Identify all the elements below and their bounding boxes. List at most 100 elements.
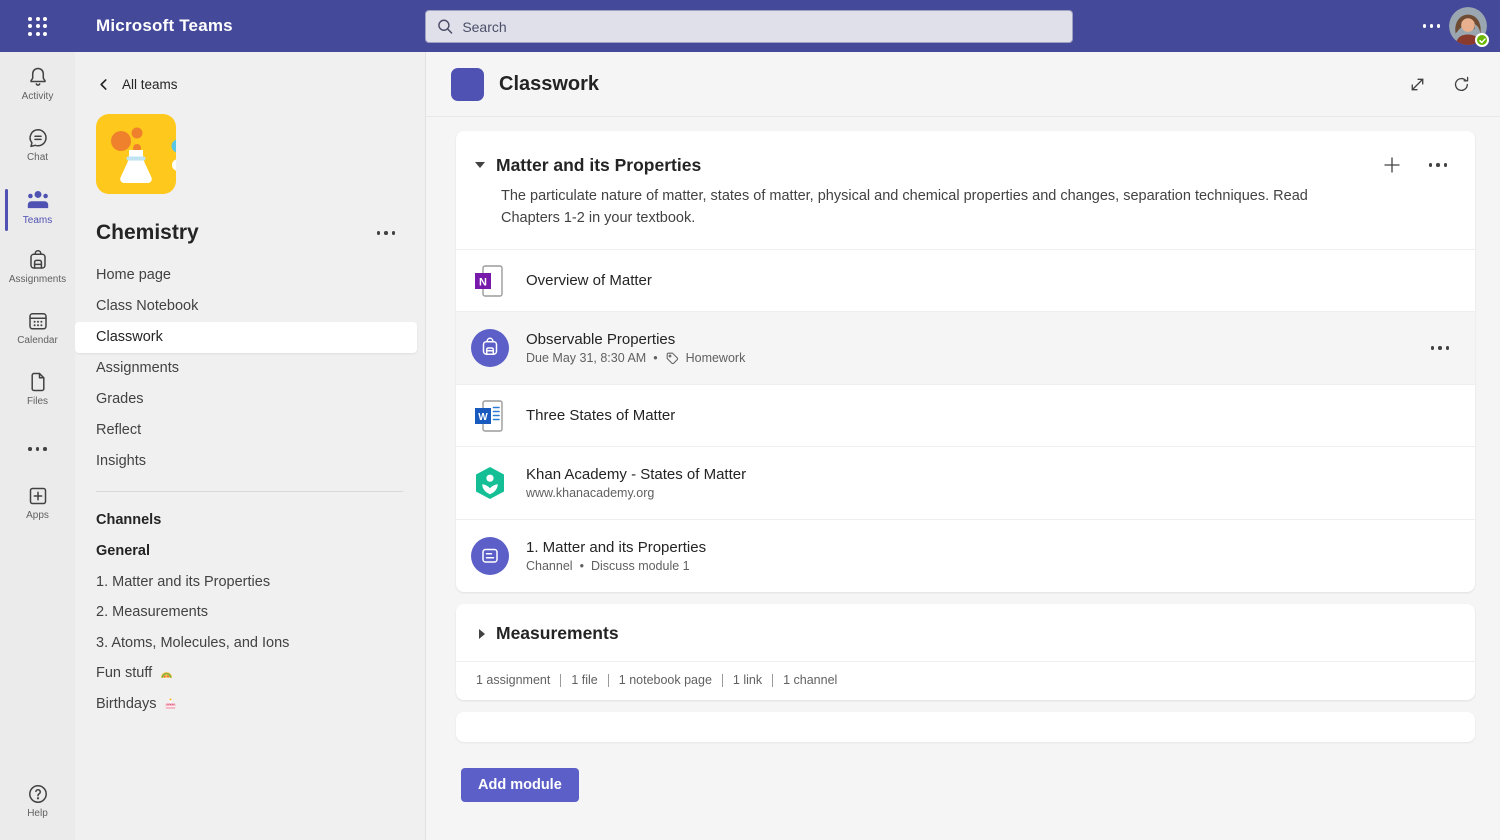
classwork-app-icon bbox=[451, 68, 484, 101]
rail-label-files: Files bbox=[27, 396, 48, 407]
app-launcher-button[interactable] bbox=[0, 17, 75, 36]
menu-item-home-page[interactable]: Home page bbox=[75, 260, 425, 291]
rail-label-apps: Apps bbox=[26, 510, 49, 521]
rail-item-activity[interactable]: Activity bbox=[0, 65, 75, 113]
svg-text:W: W bbox=[478, 412, 488, 423]
classwork-item-observable-properties[interactable]: Observable Properties Due May 31, 8:30 A… bbox=[456, 311, 1475, 384]
search-input[interactable] bbox=[462, 19, 1061, 35]
team-more-button[interactable] bbox=[375, 225, 398, 241]
module-title: Matter and its Properties bbox=[496, 155, 701, 176]
add-resource-button[interactable] bbox=[1380, 153, 1404, 177]
channel-item-atoms[interactable]: 3. Atoms, Molecules, and Ions bbox=[75, 628, 425, 659]
stat-separator bbox=[608, 674, 609, 687]
apps-icon bbox=[26, 484, 50, 508]
team-name: Chemistry bbox=[96, 221, 199, 245]
classwork-content: Matter and its Properties The particulat… bbox=[426, 117, 1500, 802]
collapse-caret-icon[interactable] bbox=[475, 162, 485, 168]
channel-item-measurements[interactable]: 2. Measurements bbox=[75, 597, 425, 628]
classwork-item-channel-matter[interactable]: 1. Matter and its Properties Channel Dis… bbox=[456, 519, 1475, 592]
calendar-icon bbox=[26, 309, 50, 333]
rail-label-calendar: Calendar bbox=[17, 335, 58, 346]
stat-separator bbox=[772, 674, 773, 687]
team-menu: Home page Class Notebook Classwork Assig… bbox=[75, 260, 425, 477]
menu-item-reflect[interactable]: Reflect bbox=[75, 415, 425, 446]
channel-label: Birthdays bbox=[96, 696, 156, 712]
teams-people-icon bbox=[25, 187, 51, 213]
channel-item-birthdays[interactable]: Birthdays bbox=[75, 689, 425, 720]
app-rail: Activity Chat Teams Assignments Calendar… bbox=[0, 52, 75, 840]
menu-item-grades[interactable]: Grades bbox=[75, 384, 425, 415]
stat-assignments: 1 assignment bbox=[476, 673, 550, 687]
module-title: Measurements bbox=[496, 623, 619, 644]
all-teams-label: All teams bbox=[122, 77, 178, 92]
channels-header: Channels bbox=[75, 505, 425, 536]
item-type: Channel bbox=[526, 559, 573, 573]
khan-academy-icon bbox=[471, 464, 509, 502]
topbar-more-button[interactable] bbox=[1423, 24, 1441, 28]
file-icon bbox=[26, 370, 50, 394]
empty-module-placeholder bbox=[456, 712, 1475, 742]
avatar[interactable] bbox=[1449, 7, 1487, 45]
rail-label-chat: Chat bbox=[27, 152, 48, 163]
add-module-button[interactable]: Add module bbox=[461, 768, 579, 802]
expand-button[interactable] bbox=[1406, 73, 1429, 96]
taco-icon bbox=[159, 666, 174, 681]
menu-item-assignments[interactable]: Assignments bbox=[75, 353, 425, 384]
item-subtitle: www.khanacademy.org bbox=[526, 486, 746, 500]
channel-label: 2. Measurements bbox=[96, 604, 208, 620]
classwork-item-overview-of-matter[interactable]: N Overview of Matter bbox=[456, 249, 1475, 311]
rail-item-teams[interactable]: Teams bbox=[0, 187, 75, 235]
menu-item-insights[interactable]: Insights bbox=[75, 446, 425, 477]
rail-item-calendar[interactable]: Calendar bbox=[0, 309, 75, 357]
channel-label: Fun stuff bbox=[96, 665, 152, 681]
link-url: www.khanacademy.org bbox=[526, 486, 654, 500]
item-more-button[interactable] bbox=[1429, 340, 1452, 356]
bell-icon bbox=[26, 65, 50, 89]
rail-item-files[interactable]: Files bbox=[0, 370, 75, 418]
rail-label-assignments: Assignments bbox=[9, 274, 66, 285]
search-bar[interactable] bbox=[425, 10, 1073, 43]
rail-item-help[interactable]: Help bbox=[0, 782, 75, 830]
search-icon bbox=[437, 18, 453, 35]
expand-caret-icon[interactable] bbox=[479, 629, 485, 639]
expand-icon bbox=[1408, 75, 1427, 94]
menu-item-class-notebook[interactable]: Class Notebook bbox=[75, 291, 425, 322]
module-description: The particulate nature of matter, states… bbox=[501, 185, 1361, 229]
dot-separator bbox=[653, 351, 657, 365]
module-header: Measurements bbox=[456, 604, 1475, 661]
channel-icon bbox=[471, 537, 509, 575]
svg-text:N: N bbox=[479, 276, 487, 288]
rail-label-activity: Activity bbox=[22, 91, 54, 102]
channel-item-fun-stuff[interactable]: Fun stuff bbox=[75, 658, 425, 689]
rail-item-assignments[interactable]: Assignments bbox=[0, 248, 75, 296]
channel-note: Discuss module 1 bbox=[591, 559, 690, 573]
classwork-item-three-states[interactable]: W Three States of Matter bbox=[456, 384, 1475, 446]
stat-files: 1 file bbox=[571, 673, 597, 687]
rail-item-apps[interactable]: Apps bbox=[0, 484, 75, 532]
waffle-icon bbox=[28, 17, 47, 36]
plus-icon bbox=[1382, 155, 1402, 175]
classwork-item-khan-academy[interactable]: Khan Academy - States of Matter www.khan… bbox=[456, 446, 1475, 519]
refresh-button[interactable] bbox=[1450, 73, 1473, 96]
due-date: Due May 31, 8:30 AM bbox=[526, 351, 646, 365]
module-more-button[interactable] bbox=[1427, 157, 1450, 173]
rail-label-teams: Teams bbox=[23, 215, 52, 226]
birthday-cake-icon bbox=[163, 696, 178, 711]
team-avatar[interactable] bbox=[96, 114, 176, 194]
refresh-icon bbox=[1452, 75, 1471, 94]
module-stats-row: 1 assignment 1 file 1 notebook page 1 li… bbox=[456, 661, 1475, 700]
chevron-left-icon bbox=[97, 77, 111, 92]
help-icon bbox=[26, 782, 50, 806]
header-actions bbox=[1406, 73, 1473, 96]
rail-item-chat[interactable]: Chat bbox=[0, 126, 75, 174]
channel-item-general[interactable]: General bbox=[75, 536, 425, 567]
chat-icon bbox=[26, 126, 50, 150]
all-teams-back-button[interactable]: All teams bbox=[97, 77, 178, 92]
dot-separator bbox=[580, 559, 584, 573]
app-title: Microsoft Teams bbox=[96, 16, 233, 36]
item-subtitle: Channel Discuss module 1 bbox=[526, 559, 706, 573]
sidebar-divider bbox=[96, 491, 403, 492]
rail-more-button[interactable] bbox=[28, 436, 47, 462]
channel-item-matter[interactable]: 1. Matter and its Properties bbox=[75, 567, 425, 598]
menu-item-classwork[interactable]: Classwork bbox=[75, 322, 417, 353]
